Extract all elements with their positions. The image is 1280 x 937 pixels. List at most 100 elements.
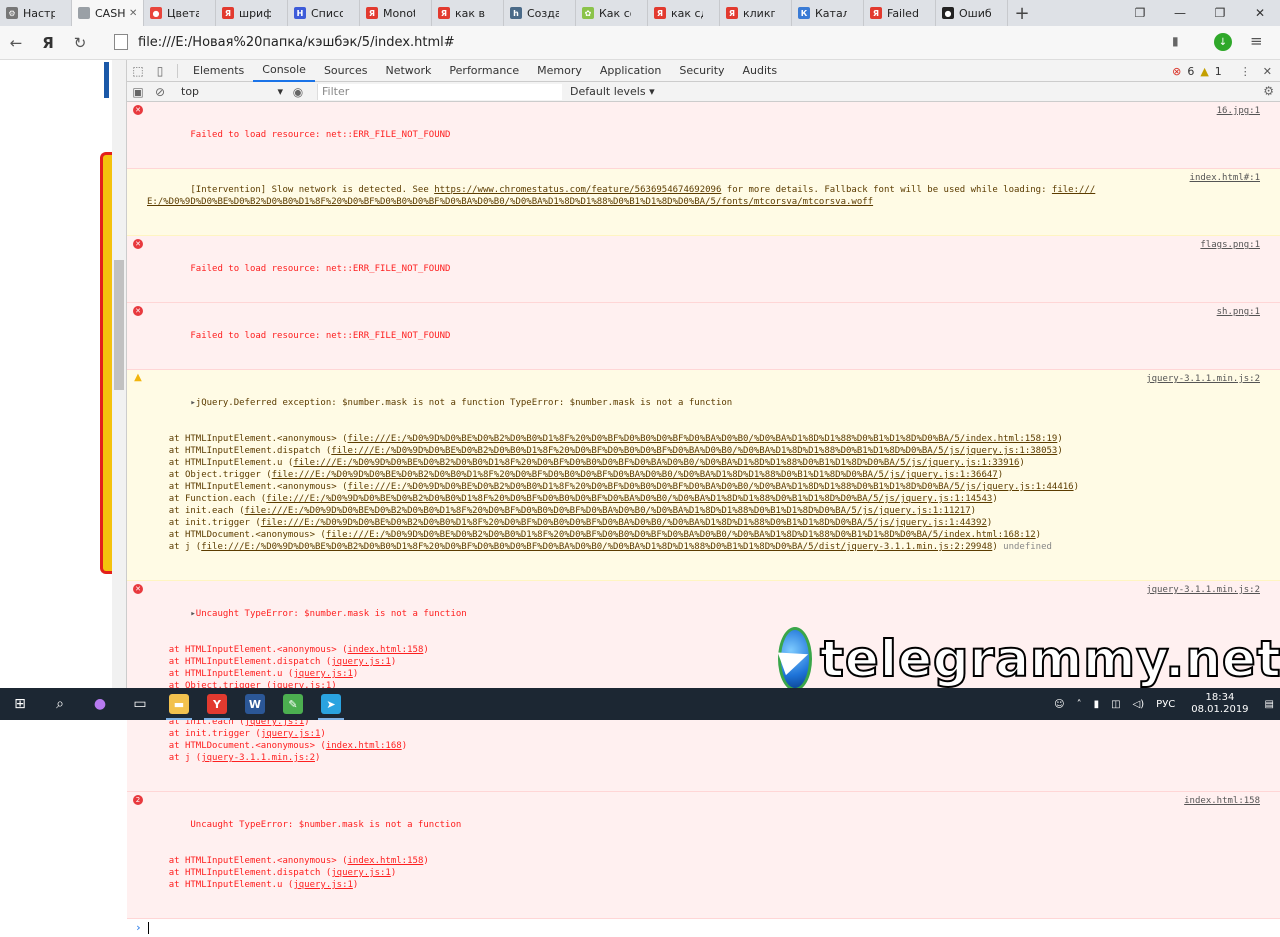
back-button[interactable]: ← bbox=[0, 28, 32, 58]
message-source-link[interactable]: jquery-3.1.1.min.js:2 bbox=[1146, 373, 1260, 385]
windows-start-icon[interactable]: ⊞ bbox=[0, 688, 40, 720]
console-settings-icon[interactable]: ⚙ bbox=[1263, 84, 1274, 98]
browser-tab[interactable]: Я Monotyp bbox=[360, 0, 432, 26]
tab-audits[interactable]: Audits bbox=[734, 60, 787, 82]
stack-link[interactable]: jquery.js:1 bbox=[331, 657, 391, 667]
taskbar-app[interactable]: Y bbox=[198, 688, 236, 720]
warning-count-icon[interactable]: ▲ bbox=[1200, 65, 1208, 78]
console-sidebar-icon[interactable]: ▣ bbox=[127, 81, 149, 103]
notifications-icon[interactable]: ▤ bbox=[1265, 699, 1274, 710]
search-icon[interactable]: ⌕ bbox=[40, 688, 80, 720]
message-source-link[interactable]: 16.jpg:1 bbox=[1217, 105, 1260, 117]
stack-link[interactable]: file:///E:/%D0%9D%D0%BE%D0%B2%D0%B0%D1%8… bbox=[326, 530, 1036, 540]
close-devtools-icon[interactable]: ✕ bbox=[1263, 65, 1272, 78]
restore-button[interactable]: ❐ bbox=[1200, 0, 1240, 26]
context-select[interactable]: top ▾ bbox=[177, 84, 287, 100]
error-count[interactable]: 6 bbox=[1187, 65, 1194, 78]
stack-link[interactable]: file:///E:/%D0%9D%D0%BE%D0%B2%D0%B0%D1%8… bbox=[348, 434, 1058, 444]
browser-tab[interactable]: Якак в css bbox=[432, 0, 504, 26]
stack-link[interactable]: file:///E:/%D0%9D%D0%BE%D0%B2%D0%B0%D1%8… bbox=[272, 470, 998, 480]
browser-tab[interactable]: Якликпей bbox=[720, 0, 792, 26]
bookmarks-panel-icon[interactable]: ❐ bbox=[1120, 0, 1160, 26]
tab-elements[interactable]: Elements bbox=[184, 60, 253, 82]
stack-frame: at init.trigger (file:///E:/%D0%9D%D0%BE… bbox=[147, 517, 1100, 529]
task-view-icon[interactable]: ▭ bbox=[120, 688, 160, 720]
bookmark-icon[interactable]: ▮ bbox=[1172, 34, 1179, 48]
device-toolbar-icon[interactable]: ▯ bbox=[149, 60, 171, 82]
stack-link[interactable]: jquery.js:1 bbox=[293, 669, 353, 679]
message-link[interactable]: https://www.chromestatus.com/feature/563… bbox=[434, 185, 721, 195]
message-source-link[interactable]: sh.png:1 bbox=[1217, 306, 1260, 318]
taskbar-app[interactable]: ✎ bbox=[274, 688, 312, 720]
levels-select[interactable]: Default levels ▾ bbox=[570, 85, 655, 98]
stack-link[interactable]: index.html:158 bbox=[348, 856, 424, 866]
browser-tab[interactable]: Я Failed to bbox=[864, 0, 936, 26]
stack-link[interactable]: jquery-3.1.1.min.js:2 bbox=[201, 753, 315, 763]
stack-link[interactable]: file:///E:/%D0%9D%D0%BE%D0%B2%D0%B0%D1%8… bbox=[331, 446, 1057, 456]
stack-link[interactable]: file:///E:/%D0%9D%D0%BE%D0%B2%D0%B0%D1%8… bbox=[348, 482, 1074, 492]
taskbar-app[interactable]: ➤ bbox=[312, 688, 350, 720]
browser-tab[interactable]: Якак сдел bbox=[648, 0, 720, 26]
stack-link[interactable]: file:///E:/%D0%9D%D0%BE%D0%B2%D0%B0%D1%8… bbox=[201, 542, 992, 552]
network-icon[interactable]: ◫ bbox=[1111, 699, 1120, 710]
browser-tab[interactable]: h Создаем bbox=[504, 0, 576, 26]
message-source-link[interactable]: jquery-3.1.1.min.js:2 bbox=[1146, 584, 1260, 596]
browser-tab[interactable]: ● Ошибка bbox=[936, 0, 1008, 26]
stack-link[interactable]: jquery.js:1 bbox=[293, 880, 353, 890]
tab-security[interactable]: Security bbox=[670, 60, 733, 82]
download-extension-icon[interactable]: ↓ bbox=[1214, 33, 1232, 51]
stack-link[interactable]: jquery.js:1 bbox=[331, 868, 391, 878]
tab-network[interactable]: Network bbox=[376, 60, 440, 82]
reload-button[interactable]: ↻ bbox=[64, 28, 96, 58]
page-scrollbar-thumb[interactable] bbox=[114, 260, 124, 390]
browser-tab[interactable]: ● Цвета Н bbox=[144, 0, 216, 26]
browser-tab[interactable]: К Каталог bbox=[792, 0, 864, 26]
battery-icon[interactable]: ▮ bbox=[1094, 699, 1100, 710]
tab-memory[interactable]: Memory bbox=[528, 60, 591, 82]
volume-icon[interactable]: ◁) bbox=[1133, 699, 1145, 710]
clear-console-icon[interactable]: ⊘ bbox=[149, 81, 171, 103]
stack-link[interactable]: index.html:158 bbox=[348, 645, 424, 655]
stack-link[interactable]: jquery.js:1 bbox=[261, 729, 321, 739]
console-prompt[interactable]: › bbox=[127, 919, 1280, 937]
eye-icon[interactable]: ◉ bbox=[287, 81, 309, 103]
inspect-element-icon[interactable]: ⬚ bbox=[127, 60, 149, 82]
people-icon[interactable]: ☺ bbox=[1054, 699, 1064, 710]
error-count-icon[interactable]: ⊗ bbox=[1172, 65, 1181, 78]
taskbar-app[interactable]: ▬ bbox=[160, 688, 198, 720]
cortana-mic-icon[interactable]: ● bbox=[80, 688, 120, 720]
close-tab-icon[interactable]: ✕ bbox=[129, 8, 139, 19]
stack-link[interactable]: index.html:168 bbox=[326, 741, 402, 751]
stack-link[interactable]: file:///E:/%D0%9D%D0%BE%D0%B2%D0%B0%D1%8… bbox=[261, 518, 987, 528]
message-source-link[interactable]: index.html:158 bbox=[1184, 795, 1260, 807]
browser-tab[interactable]: ✿ Как созд bbox=[576, 0, 648, 26]
browser-tab[interactable]: Яшрифты bbox=[216, 0, 288, 26]
address-bar[interactable]: file:///E:/Новая%20папка/кэшбэк/5/index.… bbox=[114, 30, 1192, 54]
stack-link[interactable]: file:///E:/%D0%9D%D0%BE%D0%B2%D0%B0%D1%8… bbox=[245, 506, 971, 516]
tab-sources[interactable]: Sources bbox=[315, 60, 377, 82]
yandex-logo-icon[interactable]: Я bbox=[32, 28, 64, 58]
minimize-button[interactable]: — bbox=[1160, 0, 1200, 26]
menu-icon[interactable]: ≡ bbox=[1250, 32, 1263, 50]
tab-console[interactable]: Console bbox=[253, 60, 315, 82]
tab-title: Как созд bbox=[599, 6, 631, 20]
tray-chevron-icon[interactable]: ˄ bbox=[1077, 699, 1082, 710]
language-indicator[interactable]: РУС bbox=[1156, 699, 1175, 710]
browser-tab[interactable]: CASH ✕ bbox=[72, 0, 144, 26]
warning-count[interactable]: 1 bbox=[1215, 65, 1222, 78]
close-window-button[interactable]: ✕ bbox=[1240, 0, 1280, 26]
stack-link[interactable]: file:///E:/%D0%9D%D0%BE%D0%B2%D0%B0%D1%8… bbox=[266, 494, 992, 504]
tab-performance[interactable]: Performance bbox=[440, 60, 528, 82]
tab-application[interactable]: Application bbox=[591, 60, 670, 82]
new-tab-button[interactable]: + bbox=[1008, 0, 1036, 26]
browser-tab[interactable]: H Список bbox=[288, 0, 360, 26]
message-source-link[interactable]: flags.png:1 bbox=[1200, 239, 1260, 251]
clock[interactable]: 18:34 08.01.2019 bbox=[1191, 692, 1248, 716]
chevron-down-icon: ▾ bbox=[277, 85, 283, 98]
message-source-link[interactable]: index.html#:1 bbox=[1190, 172, 1260, 184]
filter-input[interactable]: Filter bbox=[317, 83, 562, 100]
taskbar-app[interactable]: W bbox=[236, 688, 274, 720]
stack-link[interactable]: file:///E:/%D0%9D%D0%BE%D0%B2%D0%B0%D1%8… bbox=[293, 458, 1019, 468]
browser-tab[interactable]: ⚙ Настрой bbox=[0, 0, 72, 26]
more-options-icon[interactable]: ⋮ bbox=[1240, 65, 1251, 78]
